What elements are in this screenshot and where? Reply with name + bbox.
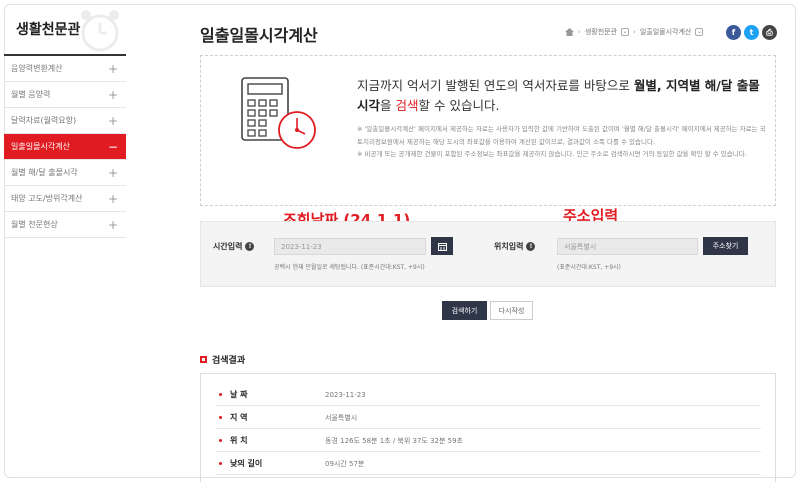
calculator-clock-icon [241,77,316,149]
page-title: 일출일몰시각계산 [200,26,318,45]
bullet-icon [219,462,222,465]
sidebar-item-monthly-sun-moon[interactable]: 월별 해/달 출몰시각 + [4,160,126,186]
result-value: 09시간 57분 [325,459,365,468]
info-notes: ※ '일출일몰시각계산' 페이지에서 제공하는 자료는 사용자가 입력한 값에 … [357,123,767,161]
sidebar-item-lunar-conversion[interactable]: 음양력변환계산 + [4,56,126,82]
sidebar-item-label: 월별 천문현상 [11,220,58,229]
result-row: 낮의 길이 09시간 57분 [216,453,761,475]
info-lead-highlight: 검색 [395,98,419,113]
square-bullet-icon [200,356,207,363]
share-buttons: f t ⎙ [726,25,777,40]
search-form: 시간입력 ! 2023-11-23 공백시 현재 민월일로 세팅됩니다. (표준… [200,221,776,287]
plus-icon: + [107,217,118,232]
sidebar-item-label: 일출일몰시각계산 [11,142,70,151]
bullet-icon [219,439,222,442]
result-key: 낮의 길이 [230,459,263,468]
calendar-icon [437,242,447,251]
sidebar: 생활천문관 음양력변환계산 + 월별 음양력 + 달력자료(월력요항) + 일출… [4,4,126,238]
sidebar-title: 생활천문관 [4,4,126,56]
result-value: 동경 126도 58분 1초 / 북위 37도 32분 59초 [325,436,464,445]
result-key: 지 역 [230,413,248,422]
sidebar-item-label: 음양력변환계산 [11,64,63,73]
sidebar-item-label: 달력자료(월력요항) [11,116,77,125]
print-icon[interactable]: ⎙ [762,25,777,40]
breadcrumb: › 생활천문관 ⌄ › 일출일몰시각계산 ⌄ [565,27,704,37]
time-hint: 공백시 현재 민월일로 세팅됩니다. (표준시간대:KST, +9시) [274,264,425,271]
info-box: 지금까지 억서기 발행된 연도의 역서자료를 바탕으로 월별, 지역별 해/달 … [200,55,776,206]
breadcrumb-item[interactable]: 일출일몰시각계산 [640,27,692,37]
info-lead-part: 할 수 있습니다. [418,98,500,113]
twitter-icon[interactable]: t [744,25,759,40]
info-lead-part: 지금까지 억서기 발행된 연도의 역서자료를 바탕으로 [357,78,634,93]
location-label-text: 위치입력 [494,242,524,251]
info-lead-text: 지금까지 억서기 발행된 연도의 역서자료를 바탕으로 월별, 지역별 해/달 … [357,76,762,116]
reset-button[interactable]: 다시작성 [490,301,533,320]
location-input-label: 위치입력 ! [494,241,536,252]
calendar-button[interactable] [431,237,453,255]
plus-icon: + [107,61,118,76]
plus-icon: + [107,87,118,102]
result-value: 2023-11-23 [325,390,366,399]
result-value: 서울특별시 [325,413,358,422]
plus-icon: + [107,191,118,206]
chevron-down-icon[interactable]: ⌄ [695,28,704,36]
breadcrumb-separator: › [633,28,636,36]
plus-icon: + [107,165,118,180]
info-lead-part: 을 [380,98,396,113]
minus-icon: − [107,139,118,154]
result-row: 지 역 서울특별시 [216,407,761,429]
sidebar-item-solar-altitude[interactable]: 태양 고도/방위각계산 + [4,186,126,212]
facebook-icon[interactable]: f [726,25,741,40]
sidebar-item-label: 월별 음양력 [11,90,51,99]
result-title: 검색결과 [200,353,245,366]
chevron-down-icon[interactable]: ⌄ [621,28,630,36]
time-label-text: 시간입력 [213,242,243,251]
sidebar-item-label: 태양 고도/방위각계산 [11,194,83,203]
result-box: 날 짜 2023-11-23 지 역 서울특별시 위 치 동경 126도 58분… [200,373,776,482]
search-button[interactable]: 검색하기 [442,301,487,320]
plus-icon: + [107,113,118,128]
result-key: 위 치 [230,436,248,445]
info-icon[interactable]: ! [526,242,536,251]
info-note: ※ '일출일몰시각계산' 페이지에서 제공하는 자료는 사용자가 입력한 값에 … [357,125,766,146]
info-note: ※ 비공개 또는 공개제한 건물이 포함된 주소정보는 좌표값을 제공하지 않습… [357,150,747,158]
sidebar-item-monthly-lunar[interactable]: 월별 음양력 + [4,82,126,108]
sidebar-item-label: 월별 해/달 출몰시각 [11,168,78,177]
bullet-icon [219,393,222,396]
result-row: 위 치 동경 126도 58분 1초 / 북위 37도 32분 59초 [216,430,761,452]
sidebar-item-monthly-phenomena[interactable]: 월별 천문현상 + [4,212,126,238]
date-input[interactable]: 2023-11-23 [274,238,426,255]
result-row: 날 짜 2023-11-23 [216,384,761,406]
address-search-button[interactable]: 주소찾기 [703,237,748,255]
bullet-icon [219,416,222,419]
location-input[interactable]: 서울특별시 [557,238,698,255]
breadcrumb-separator: › [578,28,581,36]
location-hint: (표준시간대:KST, +9시) [557,264,621,271]
result-key: 날 짜 [230,390,248,399]
home-icon[interactable] [565,28,574,36]
time-input-label: 시간입력 ! [213,241,255,252]
breadcrumb-item[interactable]: 생활천문관 [585,27,617,37]
sidebar-title-text: 생활천문관 [16,22,81,38]
alarm-clock-icon [81,10,119,52]
sidebar-item-calendar-data[interactable]: 달력자료(월력요항) + [4,108,126,134]
info-icon[interactable]: ! [245,242,255,251]
result-title-text: 검색결과 [212,356,246,366]
sidebar-item-sunrise-sunset[interactable]: 일출일몰시각계산 − [4,134,126,160]
